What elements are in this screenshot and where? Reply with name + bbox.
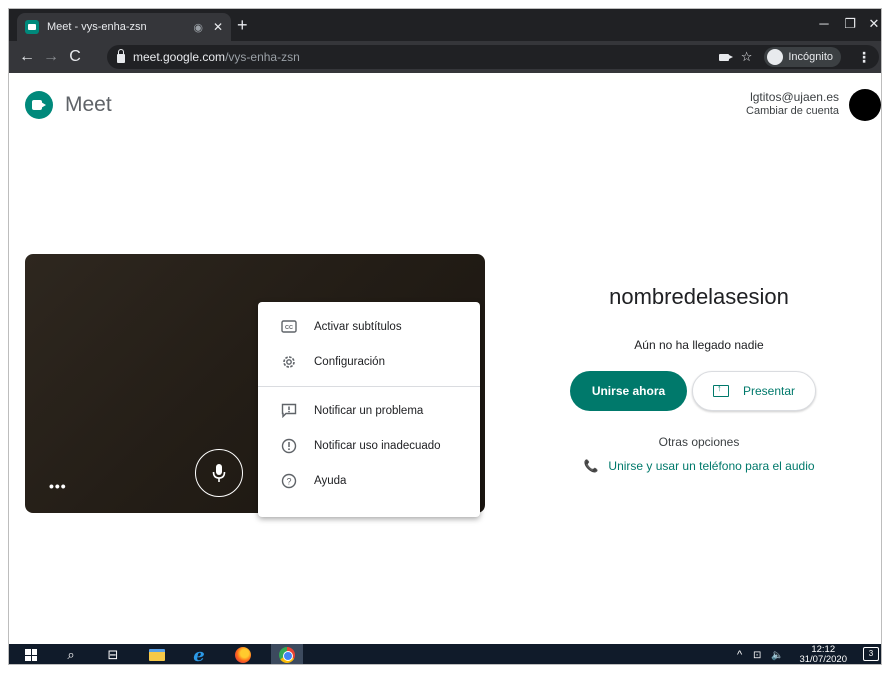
menu-item-captions[interactable]: CC Activar subtítulos: [258, 309, 480, 344]
browser-menu-icon[interactable]: ⋮: [857, 49, 871, 66]
browser-toolbar: ← → C meet.google.com/vys-enha-zsn ☆ Inc…: [9, 41, 881, 73]
lock-icon[interactable]: [117, 49, 125, 63]
camera-in-use-icon[interactable]: [718, 53, 733, 61]
menu-item-report-abuse[interactable]: Notificar uso inadecuado: [258, 428, 480, 463]
forward-arrow-icon[interactable]: →: [39, 48, 63, 66]
meet-page: Meet lgtitos@ujaen.es Cambiar de cuenta …: [9, 73, 881, 644]
windows-logo-icon: [25, 649, 37, 661]
menu-item-settings[interactable]: Configuración: [258, 344, 480, 379]
close-window-button[interactable]: ✕: [859, 13, 881, 35]
microphone-icon: [212, 464, 226, 482]
meet-favicon-icon: [25, 20, 39, 34]
url-host: meet.google.com: [133, 50, 226, 64]
windows-taskbar: ⌕ ⊟ e ^ ⊡ 🔈 12:12 31/07/2020 3: [9, 644, 881, 665]
menu-item-label: Notificar uso inadecuado: [314, 439, 441, 452]
tab-title: Meet - vys-enha-zsn: [47, 21, 147, 33]
participants-status: Aún no ha llegado nadie: [634, 338, 764, 352]
network-icon[interactable]: ⊡: [753, 644, 761, 664]
internet-explorer-icon: e: [193, 644, 205, 665]
tab-close-icon[interactable]: ✕: [213, 20, 223, 34]
internet-explorer-button[interactable]: e: [185, 644, 213, 665]
report-abuse-icon: [280, 437, 298, 455]
present-screen-icon: [712, 383, 729, 397]
new-tab-button[interactable]: +: [237, 14, 248, 36]
menu-item-label: Notificar un problema: [314, 404, 424, 417]
join-now-button[interactable]: Unirse ahora: [570, 371, 687, 411]
account-info: lgtitos@ujaen.es Cambiar de cuenta: [746, 90, 839, 118]
settings-gear-icon: [280, 353, 298, 371]
search-icon[interactable]: ⌕: [57, 644, 85, 664]
meet-logo-text: Meet: [65, 93, 112, 116]
incognito-icon: [767, 49, 784, 65]
url-path: /vys-enha-zsn: [225, 50, 300, 64]
taskbar-clock[interactable]: 12:12 31/07/2020: [799, 645, 847, 665]
address-bar[interactable]: meet.google.com/vys-enha-zsn ☆ Incógnito…: [107, 45, 879, 69]
menu-item-label: Ayuda: [314, 474, 347, 487]
account-email: lgtitos@ujaen.es: [750, 90, 839, 104]
chrome-icon: [279, 647, 295, 663]
tray-overflow-icon[interactable]: ^: [737, 644, 742, 664]
chrome-button[interactable]: [271, 644, 303, 664]
firefox-button[interactable]: [229, 644, 257, 664]
menu-item-report-problem[interactable]: Notificar un problema: [258, 393, 480, 428]
options-menu: CC Activar subtítulos Configuración Noti…: [258, 302, 480, 517]
phone-link-label: Unirse y usar un teléfono para el audio: [608, 459, 815, 473]
incognito-badge[interactable]: Incógnito: [764, 47, 841, 67]
browser-tab[interactable]: Meet - vys-enha-zsn ◉ ✕: [17, 13, 231, 41]
svg-text:CC: CC: [285, 325, 293, 331]
feedback-icon: [280, 402, 298, 420]
meet-logo-icon: [25, 91, 53, 119]
menu-item-help[interactable]: ? Ayuda: [258, 463, 480, 498]
join-with-phone-link[interactable]: 📞 Unirse y usar un teléfono para el audi…: [569, 459, 829, 473]
file-explorer-button[interactable]: [143, 644, 171, 664]
help-icon: ?: [280, 472, 298, 490]
incognito-label: Incógnito: [788, 51, 833, 63]
present-button[interactable]: Presentar: [692, 371, 816, 411]
present-label: Presentar: [742, 384, 796, 398]
volume-icon[interactable]: 🔈: [771, 644, 783, 664]
start-button[interactable]: [17, 644, 45, 664]
firefox-icon: [235, 647, 251, 663]
recording-indicator-icon: ◉: [193, 21, 203, 34]
switch-account-link[interactable]: Cambiar de cuenta: [746, 104, 839, 118]
browser-tab-strip: Meet - vys-enha-zsn ◉ ✕ + ─ ❐ ✕: [9, 9, 881, 41]
menu-divider: [258, 386, 480, 387]
notifications-icon[interactable]: 3: [863, 647, 879, 661]
more-options-button[interactable]: •••: [49, 479, 67, 493]
screen: Meet - vys-enha-zsn ◉ ✕ + ─ ❐ ✕ ← → C me…: [8, 8, 882, 665]
avatar[interactable]: [849, 89, 881, 121]
meet-logo[interactable]: Meet: [25, 91, 112, 119]
other-options-heading: Otras opciones: [658, 435, 740, 449]
omnibox-actions: ☆ Incógnito ⋮: [718, 45, 871, 69]
menu-item-label: Activar subtítulos: [314, 320, 402, 333]
reload-icon[interactable]: C: [63, 48, 87, 66]
svg-text:?: ?: [286, 476, 291, 486]
task-view-icon[interactable]: ⊟: [99, 644, 127, 664]
microphone-button[interactable]: [195, 449, 243, 497]
file-explorer-icon: [149, 649, 165, 661]
bookmark-star-icon[interactable]: ☆: [741, 49, 753, 65]
phone-icon: 📞: [583, 459, 599, 473]
session-name: nombredelasesion: [609, 284, 789, 309]
back-arrow-icon[interactable]: ←: [15, 48, 39, 66]
closed-captions-icon: CC: [280, 318, 298, 336]
menu-item-label: Configuración: [314, 355, 385, 368]
clock-date: 31/07/2020: [799, 654, 847, 665]
